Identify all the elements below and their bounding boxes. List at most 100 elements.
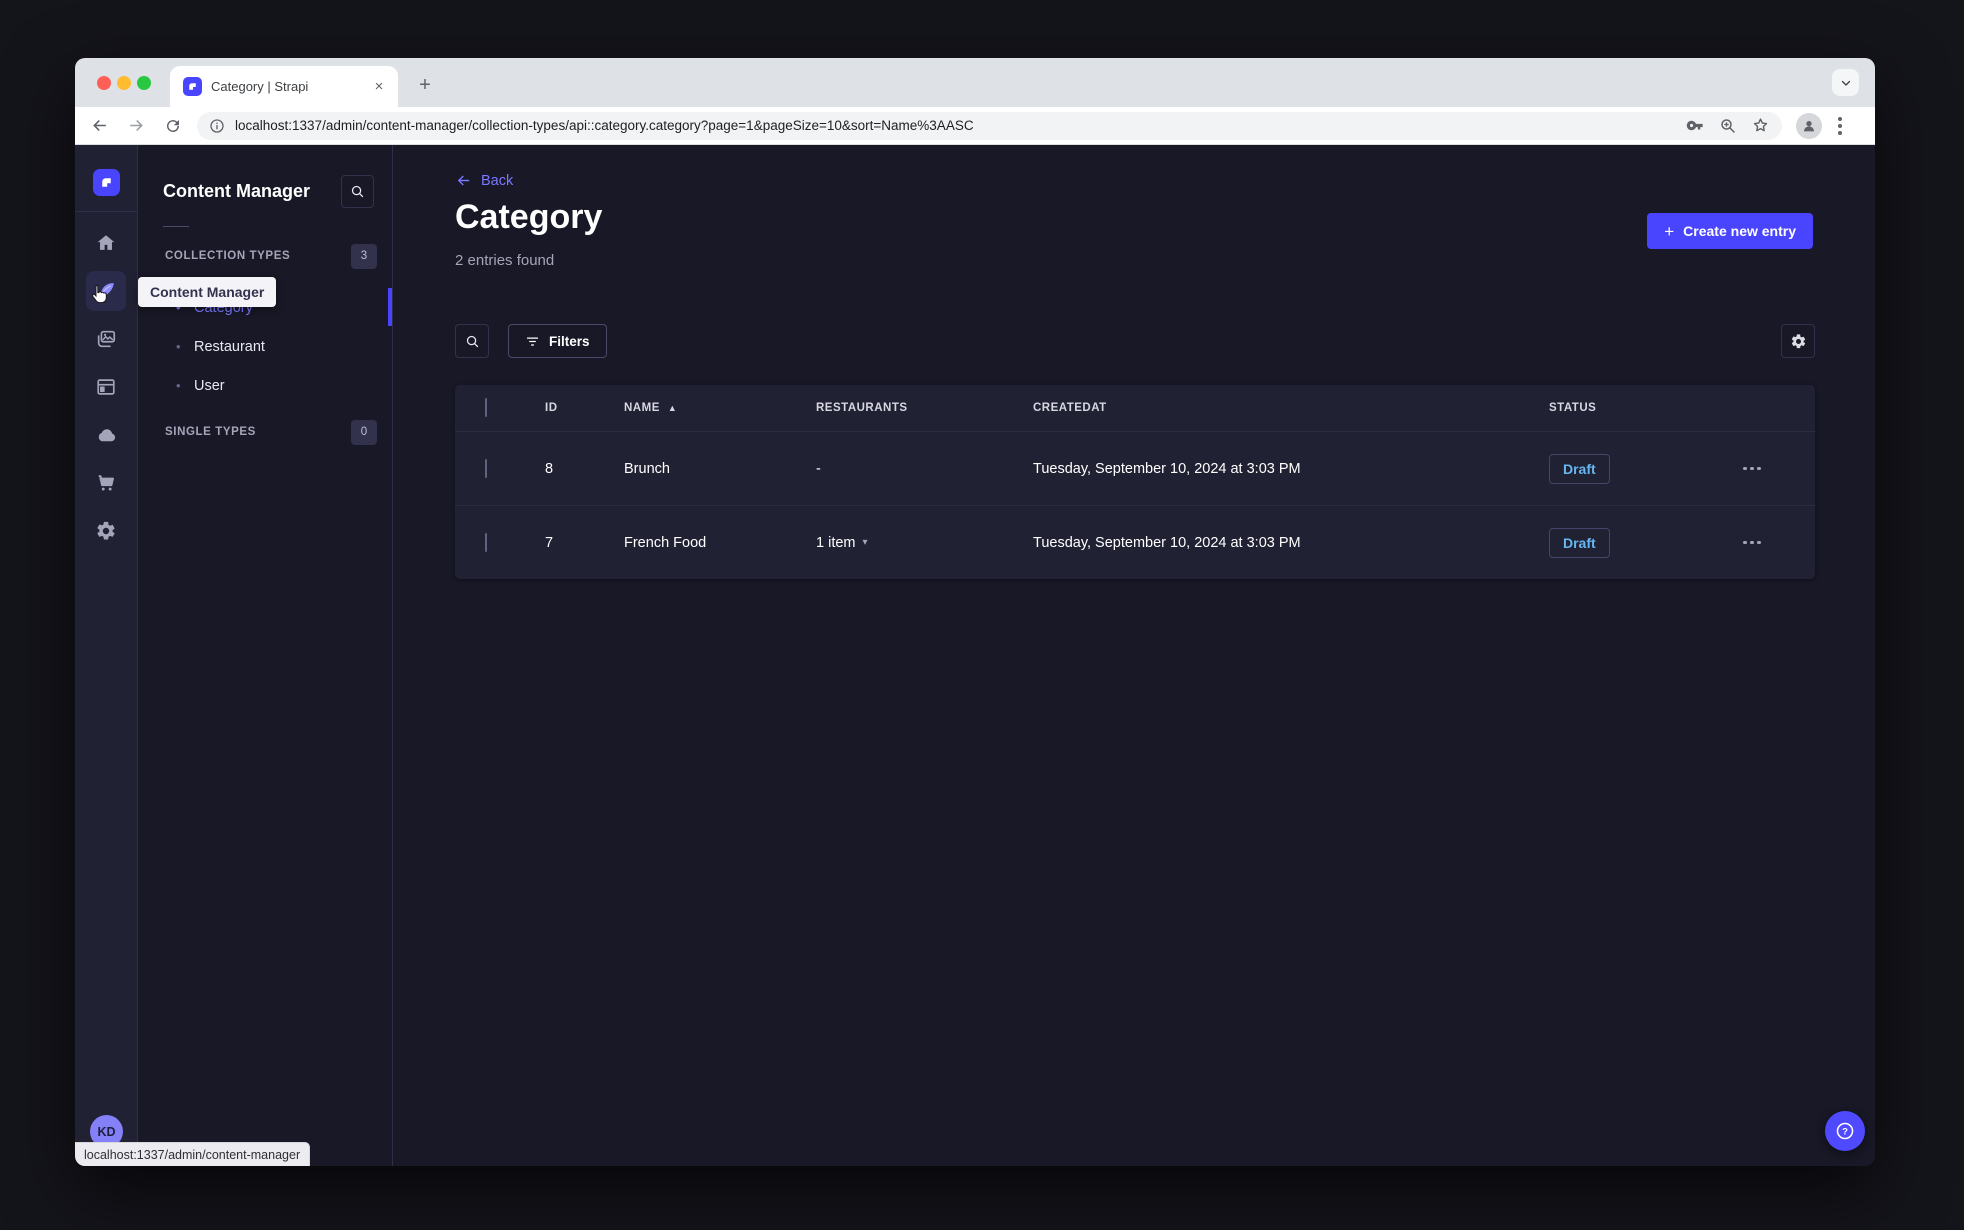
traffic-lights — [97, 76, 151, 90]
nav-cloud-button[interactable] — [86, 415, 126, 455]
entries-table: ID NAME ▲ RESTAURANTS CREATEDAT STATUS 8… — [455, 385, 1815, 579]
subnav-title: Content Manager — [163, 181, 311, 201]
cell-createdat: Tuesday, September 10, 2024 at 3:03 PM — [1033, 534, 1301, 551]
help-button[interactable]: ? — [1825, 1111, 1865, 1151]
nav-content-type-builder-button[interactable] — [86, 367, 126, 407]
cell-name: French Food — [624, 534, 707, 551]
section-label: SINGLE TYPES — [165, 426, 256, 438]
filter-icon — [526, 336, 539, 346]
subnav-divider — [163, 226, 189, 227]
cell-restaurants: - — [816, 460, 821, 477]
cell-createdat: Tuesday, September 10, 2024 at 3:03 PM — [1033, 460, 1301, 477]
gear-icon — [97, 521, 115, 540]
chevron-down-icon — [1841, 80, 1850, 86]
search-icon — [351, 185, 364, 198]
question-mark-icon: ? — [1836, 1122, 1854, 1140]
maximize-window-button[interactable] — [137, 76, 151, 90]
collection-types-section: COLLECTION TYPES 3 — [165, 241, 377, 271]
page-title: Category — [455, 198, 603, 236]
sidebar-item-user[interactable]: • User — [138, 366, 392, 405]
nav-media-library-button[interactable] — [86, 319, 126, 359]
rail-divider — [75, 211, 138, 212]
link-status-bar: localhost:1337/admin/content-manager — [75, 1142, 311, 1166]
close-window-button[interactable] — [97, 76, 111, 90]
gear-icon — [1791, 333, 1805, 348]
mouse-cursor — [88, 282, 112, 306]
section-label: COLLECTION TYPES — [165, 250, 291, 262]
zoom-page-icon[interactable] — [1719, 117, 1737, 135]
table-search-button[interactable] — [455, 324, 489, 358]
row-actions-icon[interactable] — [1699, 466, 1815, 471]
home-icon — [97, 235, 115, 250]
reload-icon[interactable] — [160, 113, 186, 139]
browser-menu-icon[interactable] — [1832, 114, 1848, 138]
bullet-icon: • — [176, 378, 181, 393]
status-badge: Draft — [1549, 453, 1610, 484]
filters-button[interactable]: Filters — [508, 324, 607, 358]
active-item-indicator — [388, 288, 392, 326]
tab-strip: Category | Strapi × + — [75, 58, 1875, 107]
tab-search-button[interactable] — [1832, 69, 1859, 96]
arrow-left-icon — [457, 175, 470, 186]
browser-profile-avatar[interactable] — [1796, 112, 1822, 139]
bookmark-star-icon[interactable] — [1751, 116, 1770, 135]
nav-marketplace-button[interactable] — [86, 463, 126, 503]
browser-toolbar: localhost:1337/admin/content-manager/col… — [75, 107, 1875, 145]
column-header-createdat[interactable]: CREATEDAT — [1033, 402, 1549, 414]
cloud-icon — [98, 428, 115, 441]
column-header-restaurants[interactable]: RESTAURANTS — [816, 402, 1033, 414]
content-manager-tooltip: Content Manager — [138, 277, 277, 307]
column-header-id[interactable]: ID — [545, 402, 624, 414]
table-row[interactable]: 7 French Food 1 item ▾ Tuesday, Septembe… — [455, 505, 1815, 579]
browser-window: Category | Strapi × + localhost:1337/adm… — [75, 58, 1875, 1166]
tab-close-icon[interactable]: × — [370, 78, 388, 96]
select-all-checkbox[interactable] — [485, 398, 487, 417]
table-row[interactable]: 8 Brunch - Tuesday, September 10, 2024 a… — [455, 431, 1815, 505]
row-checkbox[interactable] — [485, 532, 487, 552]
strapi-logo[interactable] — [92, 169, 120, 196]
plus-icon: + — [1664, 221, 1675, 241]
column-header-status[interactable]: STATUS — [1549, 402, 1699, 414]
layout-builder-icon — [97, 379, 115, 395]
svg-text:?: ? — [1842, 1127, 1848, 1138]
forward-nav-icon[interactable] — [123, 113, 149, 139]
url-bar[interactable]: localhost:1337/admin/content-manager/col… — [197, 111, 1782, 140]
nav-settings-button[interactable] — [86, 511, 126, 551]
column-header-name[interactable]: NAME ▲ — [624, 402, 816, 414]
media-library-icon — [97, 330, 116, 348]
collection-types-count-badge: 3 — [351, 243, 377, 269]
filter-toolbar: Filters — [455, 324, 1815, 358]
strapi-favicon-icon — [183, 77, 202, 96]
tab-title: Category | Strapi — [211, 79, 309, 94]
strapi-admin: KD Content Manager COLLECTION TYPES 3 • … — [75, 145, 1875, 1166]
nav-home-button[interactable] — [86, 223, 126, 263]
row-actions-icon[interactable] — [1699, 540, 1815, 545]
subnav-search-button[interactable] — [341, 175, 374, 208]
cell-id: 8 — [545, 460, 554, 477]
main-content: Back Category 2 entries found + Create n… — [393, 145, 1875, 1166]
url-text[interactable]: localhost:1337/admin/content-manager/col… — [235, 118, 1676, 133]
sort-ascending-icon: ▲ — [667, 403, 678, 413]
entries-count: 2 entries found — [455, 252, 555, 269]
password-key-icon[interactable] — [1686, 116, 1705, 135]
status-badge: Draft — [1549, 527, 1610, 558]
single-types-count-badge: 0 — [351, 419, 377, 445]
back-link[interactable]: Back — [455, 172, 513, 189]
row-checkbox[interactable] — [485, 458, 487, 478]
shopping-cart-icon — [98, 475, 114, 491]
create-new-entry-button[interactable]: + Create new entry — [1647, 213, 1813, 249]
browser-tab[interactable]: Category | Strapi × — [170, 66, 398, 107]
bullet-icon: • — [176, 339, 181, 354]
view-settings-button[interactable] — [1781, 324, 1815, 358]
table-header-row: ID NAME ▲ RESTAURANTS CREATEDAT STATUS — [455, 385, 1815, 431]
search-icon — [466, 335, 478, 347]
cell-restaurants[interactable]: 1 item ▾ — [816, 535, 1033, 551]
page-info-icon[interactable] — [209, 118, 225, 134]
chevron-down-icon: ▾ — [862, 537, 868, 548]
minimize-window-button[interactable] — [117, 76, 131, 90]
back-nav-icon[interactable] — [86, 113, 112, 139]
cell-name: Brunch — [624, 460, 670, 477]
new-tab-button[interactable]: + — [412, 73, 438, 99]
sidebar-item-restaurant[interactable]: • Restaurant — [138, 327, 392, 366]
single-types-section: SINGLE TYPES 0 — [165, 417, 377, 447]
